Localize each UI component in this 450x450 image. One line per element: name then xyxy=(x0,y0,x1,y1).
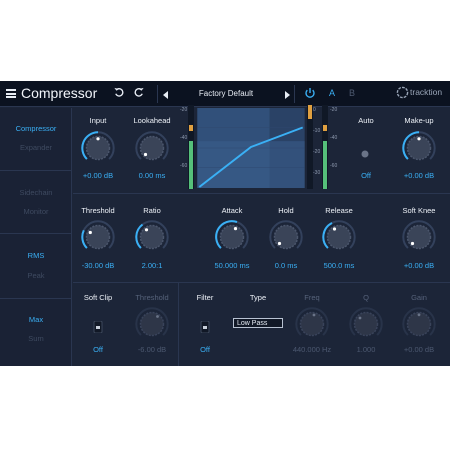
soft-clip-toggle[interactable] xyxy=(93,321,103,333)
soft-knee-label: Soft Knee xyxy=(402,206,436,215)
soft-clip-value: Off xyxy=(93,345,103,354)
sidebar-divider xyxy=(0,170,72,171)
filter-toggle[interactable] xyxy=(200,321,210,333)
meter-scale-label: -20 xyxy=(330,107,338,113)
undo-icon[interactable] xyxy=(113,86,124,100)
lookahead-knob[interactable] xyxy=(135,131,169,165)
input-level-meter xyxy=(188,105,194,189)
q-label: Q xyxy=(363,293,369,302)
threshold-value: -30.00 dB xyxy=(81,261,115,270)
sidebar-divider xyxy=(0,298,72,299)
redo-icon[interactable] xyxy=(134,86,145,100)
threshold-label: Threshold xyxy=(81,206,115,215)
triangle-right-icon[interactable] xyxy=(284,88,290,102)
tracktion-logo-icon xyxy=(396,86,409,104)
q-knob[interactable] xyxy=(349,307,383,341)
meter-scale-label: -60 xyxy=(180,163,188,169)
attack-label: Attack xyxy=(221,206,243,215)
plugin-title: Compressor xyxy=(21,85,98,101)
input-value: +0.00 dB xyxy=(82,171,114,180)
hold-label: Hold xyxy=(278,206,294,215)
sidebar-divider xyxy=(0,233,72,234)
sidebar-item-monitor[interactable]: Monitor xyxy=(0,207,72,216)
plugin-header: Compressor Factory Default A B tracktion xyxy=(0,81,450,107)
sidebar-item-expander[interactable]: Expander xyxy=(0,143,72,152)
clip-threshold-knob[interactable] xyxy=(135,307,169,341)
hold-knob[interactable] xyxy=(269,220,303,254)
preset-selector[interactable]: Factory Default xyxy=(157,85,295,103)
attack-value: 50.000 ms xyxy=(214,261,250,270)
output-level-meter xyxy=(322,105,328,189)
gain-value: +0.00 dB xyxy=(403,345,435,354)
soft-clip-label: Soft Clip xyxy=(83,293,113,302)
input-label: Input xyxy=(89,116,107,125)
sidebar-item-peak[interactable]: Peak xyxy=(0,271,72,280)
auto-toggle[interactable] xyxy=(361,150,369,158)
meter-scale-label: -30 xyxy=(313,170,321,176)
meter-scale-label: -40 xyxy=(330,135,338,141)
compressor-plugin-window: Compressor Factory Default A B tracktion xyxy=(0,81,450,366)
hold-value: 0.0 ms xyxy=(274,261,298,270)
clip-threshold-value: -6.00 dB xyxy=(137,345,167,354)
transfer-curve-graph xyxy=(197,108,305,188)
meter-scale-label: -10 xyxy=(313,128,321,134)
lookahead-label: Lookahead xyxy=(133,116,171,125)
release-value: 500.0 ms xyxy=(323,261,355,270)
clip-threshold-label: Threshold xyxy=(135,293,169,302)
ab-a-button[interactable]: A xyxy=(329,88,335,98)
makeup-label: Make-up xyxy=(404,116,434,125)
filter-value: Off xyxy=(200,345,210,354)
sidebar-item-sidechain[interactable]: Sidechain xyxy=(0,188,72,197)
mode-sidebar: Compressor Expander Sidechain Monitor RM… xyxy=(0,108,72,366)
section-divider xyxy=(73,193,450,194)
filter-type-label: Type xyxy=(249,293,267,302)
attack-knob[interactable] xyxy=(215,220,249,254)
auto-value: Off xyxy=(361,171,371,180)
ratio-knob[interactable] xyxy=(135,220,169,254)
meter-scale-label: 0 xyxy=(313,107,316,113)
threshold-knob[interactable] xyxy=(81,220,115,254)
section-divider xyxy=(73,282,450,283)
freq-label: Freq xyxy=(304,293,320,302)
soft-knee-value: +0.00 dB xyxy=(403,261,435,270)
gain-knob[interactable] xyxy=(402,307,436,341)
power-icon[interactable] xyxy=(304,86,316,104)
release-label: Release xyxy=(325,206,353,215)
filter-type-dropdown[interactable]: Low Pass xyxy=(233,318,283,328)
soft-knee-knob[interactable] xyxy=(402,220,436,254)
release-knob[interactable] xyxy=(322,220,356,254)
makeup-value: +0.00 dB xyxy=(403,171,435,180)
freq-knob[interactable] xyxy=(295,307,329,341)
gain-label: Gain xyxy=(411,293,427,302)
lookahead-value: 0.00 ms xyxy=(138,171,166,180)
ratio-value: 2.00:1 xyxy=(141,261,163,270)
filter-type-selected: Low Pass xyxy=(237,320,268,327)
input-knob[interactable] xyxy=(81,131,115,165)
meter-scale-label: -40 xyxy=(180,135,188,141)
gain-reduction-meter xyxy=(307,105,313,189)
ab-b-button[interactable]: B xyxy=(349,88,355,98)
sidebar-item-rms[interactable]: RMS xyxy=(0,251,72,260)
sidebar-item-compressor[interactable]: Compressor xyxy=(0,124,72,133)
makeup-knob[interactable] xyxy=(402,131,436,165)
logo-text: tracktion xyxy=(410,87,443,97)
meter-scale-label: -60 xyxy=(330,163,338,169)
sidebar-item-max[interactable]: Max xyxy=(0,315,72,324)
filter-label: Filter xyxy=(196,293,214,302)
preset-name: Factory Default xyxy=(198,89,254,98)
sidebar-item-sum[interactable]: Sum xyxy=(0,334,72,343)
meter-scale-label: -20 xyxy=(313,149,321,155)
hamburger-icon[interactable] xyxy=(6,89,16,98)
q-value: 1.000 xyxy=(356,345,376,354)
ratio-label: Ratio xyxy=(143,206,161,215)
meter-scale-label: -20 xyxy=(180,107,188,113)
freq-value: 440.000 Hz xyxy=(292,345,332,354)
auto-label: Auto xyxy=(358,116,374,125)
